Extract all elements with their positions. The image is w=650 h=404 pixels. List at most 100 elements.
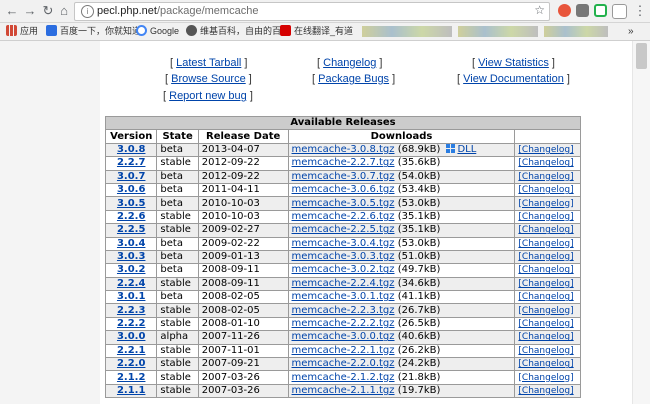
view-statistics-link[interactable]: View Statistics	[478, 57, 549, 69]
release-changelog-link[interactable]: [Changelog]	[518, 306, 573, 316]
release-version-link[interactable]: 3.0.0	[117, 331, 145, 342]
release-changelog-cell: [Changelog]	[514, 236, 581, 251]
tarball-download-link[interactable]: memcache-2.2.6.tgz	[292, 211, 395, 222]
release-changelog-link[interactable]: [Changelog]	[518, 265, 573, 275]
release-changelog-link[interactable]: [Changelog]	[518, 373, 573, 383]
tarball-download-link[interactable]: memcache-2.1.2.tgz	[292, 372, 395, 383]
bookmarks-overflow-icon[interactable]: »	[628, 25, 634, 38]
address-text[interactable]: pecl.php.net/package/memcache	[97, 4, 258, 19]
tarball-download-link[interactable]: memcache-2.2.5.tgz	[292, 224, 395, 235]
extension-icon[interactable]	[612, 4, 627, 19]
bookmark-blurred[interactable]	[362, 26, 452, 37]
tarball-download-link[interactable]: memcache-3.0.5.tgz	[292, 198, 395, 209]
file-size: (53.0kB)	[397, 237, 441, 249]
release-changelog-link[interactable]: [Changelog]	[518, 279, 573, 289]
browse-source-link[interactable]: Browse Source	[171, 73, 246, 85]
release-changelog-link[interactable]: [Changelog]	[518, 332, 573, 342]
reload-icon[interactable]: ↻	[40, 3, 56, 19]
release-changelog-link[interactable]: [Changelog]	[518, 359, 573, 369]
release-date: 2008-02-05	[197, 290, 289, 305]
release-version-link[interactable]: 2.1.1	[117, 385, 145, 396]
bookmark-blurred[interactable]	[544, 26, 608, 37]
release-version-link[interactable]: 3.0.8	[117, 144, 145, 155]
release-version-link[interactable]: 2.1.2	[117, 372, 145, 383]
column-header-changelog	[514, 129, 581, 144]
release-changelog-link[interactable]: [Changelog]	[518, 185, 573, 195]
tarball-download-link[interactable]: memcache-2.2.4.tgz	[292, 278, 395, 289]
tarball-download-link[interactable]: memcache-2.2.1.tgz	[292, 345, 395, 356]
release-state: stable	[156, 383, 199, 399]
release-version-link[interactable]: 2.2.0	[117, 358, 145, 369]
report-new-bug-link[interactable]: Report new bug	[169, 90, 247, 102]
tarball-download-link[interactable]: memcache-2.2.0.tgz	[292, 358, 395, 369]
release-changelog-link[interactable]: [Changelog]	[518, 252, 573, 262]
release-version-link[interactable]: 2.2.2	[117, 318, 145, 329]
tarball-download-link[interactable]: memcache-3.0.6.tgz	[292, 184, 395, 195]
address-bar[interactable]: i pecl.php.net/package/memcache ☆	[74, 2, 550, 21]
release-version-link[interactable]: 3.0.1	[117, 291, 145, 302]
release-version-link[interactable]: 2.2.5	[117, 224, 145, 235]
release-version-link[interactable]: 3.0.3	[117, 251, 145, 262]
tarball-download-link[interactable]: memcache-3.0.2.tgz	[292, 264, 395, 275]
release-changelog-link[interactable]: [Changelog]	[518, 319, 573, 329]
release-changelog-link[interactable]: [Changelog]	[518, 346, 573, 356]
release-changelog-link[interactable]: [Changelog]	[518, 292, 573, 302]
release-download-cell: memcache-3.0.1.tgz (41.1kB)	[287, 290, 516, 305]
release-changelog-link[interactable]: [Changelog]	[518, 386, 573, 396]
tarball-download-link[interactable]: memcache-2.2.7.tgz	[292, 157, 395, 168]
tarball-download-link[interactable]: memcache-3.0.0.tgz	[292, 331, 395, 342]
changelog-link[interactable]: Changelog	[323, 57, 376, 69]
tarball-download-link[interactable]: memcache-3.0.7.tgz	[292, 171, 395, 182]
bookmark-baidu[interactable]: 百度一下，你就知道	[46, 25, 141, 38]
release-version-link[interactable]: 2.2.4	[117, 278, 145, 289]
tarball-download-link[interactable]: memcache-3.0.3.tgz	[292, 251, 395, 262]
scrollbar-thumb[interactable]	[636, 43, 647, 69]
tarball-download-link[interactable]: memcache-2.2.3.tgz	[292, 305, 395, 316]
release-version-link[interactable]: 3.0.6	[117, 184, 145, 195]
tarball-download-link[interactable]: memcache-2.1.1.tgz	[292, 385, 395, 396]
release-state: stable	[156, 223, 199, 238]
release-version-link[interactable]: 3.0.2	[117, 264, 145, 275]
extension-icon[interactable]	[558, 4, 571, 17]
view-documentation-link[interactable]: View Documentation	[463, 73, 564, 85]
extension-icon[interactable]	[594, 4, 607, 17]
release-changelog-link[interactable]: [Changelog]	[518, 172, 573, 182]
release-changelog-link[interactable]: [Changelog]	[518, 145, 573, 155]
bookmark-wikipedia[interactable]: 维基百科，自由的百	[186, 25, 281, 38]
browser-window: ← → ↻ ⌂ i pecl.php.net/package/memcache …	[0, 0, 650, 404]
info-icon[interactable]: i	[81, 5, 94, 18]
file-size: (26.5kB)	[397, 318, 441, 330]
package-bugs-link[interactable]: Package Bugs	[318, 73, 389, 85]
release-version-link[interactable]: 2.2.1	[117, 345, 145, 356]
home-icon[interactable]: ⌂	[56, 3, 72, 19]
release-changelog-link[interactable]: [Changelog]	[518, 225, 573, 235]
tarball-download-link[interactable]: memcache-3.0.8.tgz	[292, 144, 395, 155]
tarball-download-link[interactable]: memcache-2.2.2.tgz	[292, 318, 395, 329]
file-size: (26.2kB)	[397, 344, 441, 356]
release-date: 2010-10-03	[197, 209, 289, 225]
forward-icon[interactable]: →	[22, 3, 38, 19]
release-version-link[interactable]: 2.2.7	[117, 157, 145, 168]
release-version-link[interactable]: 3.0.7	[117, 171, 145, 182]
bookmark-apps[interactable]: 应用	[6, 25, 38, 38]
bookmark-google[interactable]: Google	[136, 25, 179, 38]
release-changelog-link[interactable]: [Changelog]	[518, 239, 573, 249]
release-changelog-link[interactable]: [Changelog]	[518, 212, 573, 222]
back-icon[interactable]: ←	[4, 3, 20, 19]
bookmark-star-icon[interactable]: ☆	[534, 3, 545, 18]
release-version-link[interactable]: 2.2.3	[117, 305, 145, 316]
bookmark-youdao[interactable]: 在线翻译_有道	[280, 25, 353, 38]
release-version-link[interactable]: 2.2.6	[117, 211, 145, 222]
release-changelog-link[interactable]: [Changelog]	[518, 199, 573, 209]
tarball-download-link[interactable]: memcache-3.0.4.tgz	[292, 238, 395, 249]
release-version-link[interactable]: 3.0.5	[117, 198, 145, 209]
bookmark-blurred[interactable]	[458, 26, 538, 37]
latest-tarball-link[interactable]: Latest Tarball	[176, 57, 241, 69]
menu-icon[interactable]: ⋮	[632, 3, 648, 19]
dll-download-link[interactable]: DLL	[457, 144, 476, 155]
tarball-download-link[interactable]: memcache-3.0.1.tgz	[292, 291, 395, 302]
release-version-link[interactable]: 3.0.4	[117, 238, 145, 249]
extension-icon[interactable]	[576, 4, 589, 17]
scrollbar[interactable]	[632, 41, 650, 404]
release-changelog-link[interactable]: [Changelog]	[518, 158, 573, 168]
